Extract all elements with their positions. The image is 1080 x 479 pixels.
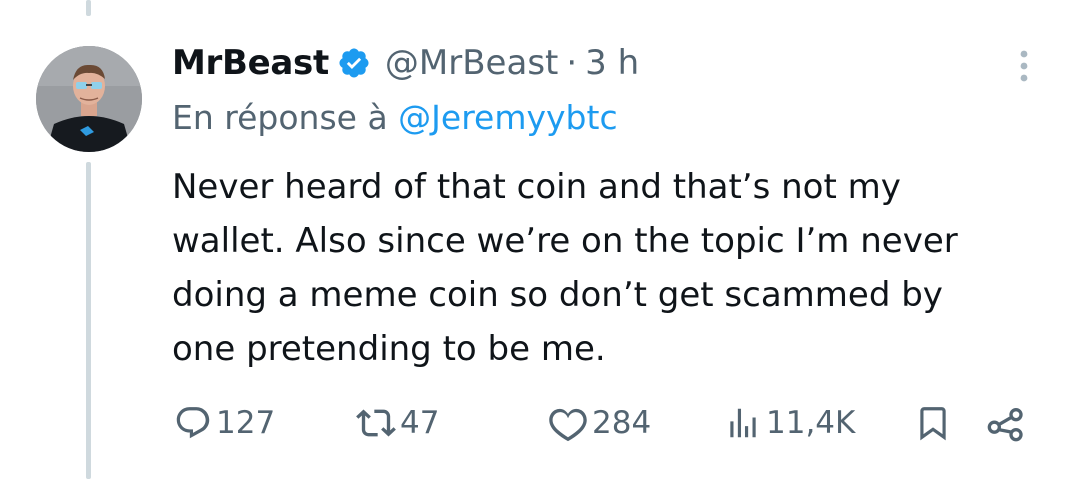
- thread-line-top: [86, 0, 91, 16]
- like-count: 284: [592, 405, 652, 441]
- views-chart-icon: [724, 404, 762, 442]
- tweet-text-line: wallet. Also since we’re on the topic I’…: [172, 221, 958, 261]
- reply-mention-link[interactable]: @Jeremyybtc: [398, 98, 617, 137]
- author-handle[interactable]: @MrBeast: [385, 43, 558, 83]
- views-count: 11,4K: [766, 405, 856, 441]
- retweet-icon: [356, 403, 396, 443]
- more-vertical-icon[interactable]: [1012, 46, 1036, 86]
- reply-button[interactable]: 127: [174, 400, 275, 446]
- tweet-text-line: Never heard of that coin and that’s not …: [172, 167, 901, 207]
- bookmark-button[interactable]: [914, 400, 952, 446]
- reply-prefix: En réponse à: [172, 98, 388, 137]
- reply-icon: [174, 404, 212, 442]
- retweet-button[interactable]: 47: [356, 400, 439, 446]
- separator-dot: ·: [566, 43, 578, 83]
- views-button[interactable]: 11,4K: [724, 400, 855, 446]
- author-name[interactable]: MrBeast: [172, 43, 329, 83]
- bookmark-icon: [914, 404, 952, 442]
- tweet-text-line: one pretending to be me.: [172, 329, 606, 369]
- tweet-text: Never heard of that coin and that’s not …: [172, 160, 1052, 376]
- tweet-timestamp[interactable]: 3 h: [585, 43, 639, 83]
- retweet-count: 47: [400, 405, 440, 441]
- heart-icon: [548, 403, 588, 443]
- share-icon: [986, 403, 1026, 443]
- action-bar: 127 47 284 11,4K: [0, 400, 1080, 446]
- like-button[interactable]: 284: [548, 400, 651, 446]
- verified-badge-icon[interactable]: [337, 46, 371, 80]
- reply-context: En réponse à @Jeremyybtc: [172, 98, 618, 137]
- tweet-text-line: doing a meme coin so don’t get scammed b…: [172, 275, 943, 315]
- reply-count: 127: [216, 405, 276, 441]
- tweet-header: MrBeast @MrBeast · 3 h: [172, 38, 639, 88]
- avatar[interactable]: [36, 46, 142, 152]
- share-button[interactable]: [986, 400, 1026, 446]
